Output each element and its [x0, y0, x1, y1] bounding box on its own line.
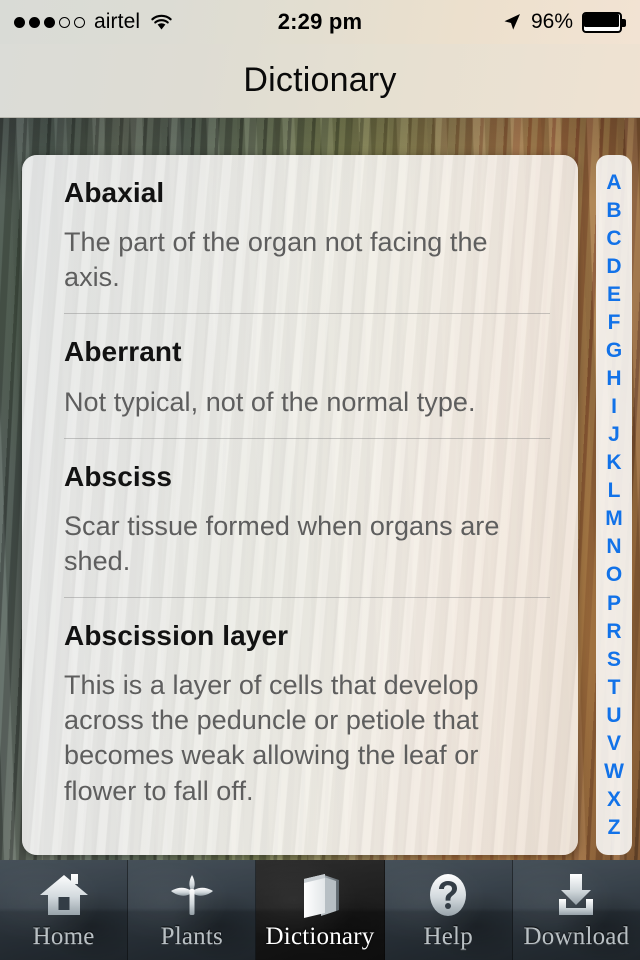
seedling-icon — [163, 869, 221, 921]
index-letter-j[interactable]: J — [608, 424, 620, 445]
dictionary-entry[interactable]: Abaxial The part of the organ not facing… — [64, 155, 550, 313]
entry-definition: The part of the organ not facing the axi… — [64, 227, 488, 293]
index-letter-h[interactable]: H — [606, 368, 621, 389]
entry-definition: This is a layer of cells that develop ac… — [64, 670, 479, 806]
tab-help[interactable]: Help — [384, 860, 513, 960]
index-letter-s[interactable]: S — [607, 649, 621, 670]
index-letter-c[interactable]: C — [606, 228, 621, 249]
dictionary-card[interactable]: Abaxial The part of the organ not facing… — [22, 155, 578, 855]
tab-label: Help — [423, 923, 473, 950]
index-letter-n[interactable]: N — [606, 536, 621, 557]
tab-label: Download — [523, 923, 630, 950]
index-letter-o[interactable]: O — [606, 564, 622, 585]
tab-home[interactable]: Home — [0, 860, 129, 960]
index-letter-k[interactable]: K — [606, 452, 621, 473]
index-letter-v[interactable]: V — [607, 733, 621, 754]
download-icon — [547, 869, 605, 921]
index-letter-z[interactable]: Z — [608, 817, 621, 838]
index-letter-g[interactable]: G — [606, 340, 622, 361]
tab-label: Plants — [160, 923, 223, 950]
tab-bar: Home Plants Dictionary Help Download — [0, 860, 640, 960]
tab-download[interactable]: Download — [512, 860, 640, 960]
signal-strength-icon — [14, 16, 85, 28]
index-letter-m[interactable]: M — [605, 508, 623, 529]
index-letter-f[interactable]: F — [608, 312, 621, 333]
entry-term: Aberrant — [64, 336, 182, 368]
status-bar-right: 96% — [320, 10, 626, 34]
book-icon — [291, 869, 349, 921]
question-mark-icon — [419, 869, 477, 921]
index-letter-a[interactable]: A — [606, 172, 621, 193]
battery-percent-label: 96% — [530, 10, 573, 33]
index-letter-d[interactable]: D — [606, 256, 621, 277]
page-title: Dictionary — [243, 61, 397, 99]
navigation-bar: Dictionary — [0, 44, 640, 118]
index-letter-e[interactable]: E — [607, 284, 621, 305]
status-bar: airtel 2:29 pm 96% — [0, 0, 640, 44]
tab-plants[interactable]: Plants — [128, 860, 257, 960]
index-letter-x[interactable]: X — [607, 789, 621, 810]
tab-label: Dictionary — [265, 923, 375, 950]
status-bar-left: airtel — [14, 10, 320, 34]
entry-term: Abaxial — [64, 177, 165, 208]
index-letter-l[interactable]: L — [608, 480, 621, 501]
entry-term: Absciss — [64, 460, 173, 492]
index-letter-b[interactable]: B — [606, 200, 621, 221]
entry-definition: Scar tissue formed when organs are shed. — [64, 510, 500, 576]
dictionary-entry[interactable]: Absciss Scar tissue formed when organs a… — [64, 437, 550, 597]
dictionary-entry[interactable]: Abscission layer This is a layer of cell… — [64, 597, 550, 827]
index-letter-w[interactable]: W — [604, 761, 624, 782]
carrier-label: airtel — [94, 10, 141, 33]
entry-term: Abscission layer — [64, 620, 289, 652]
dictionary-entry[interactable]: Aberrant Not typical, not of the normal … — [64, 313, 550, 437]
location-arrow-icon — [502, 12, 522, 32]
dictionary-entry-list[interactable]: Abaxial The part of the organ not facing… — [22, 155, 578, 855]
app-root: airtel 2:29 pm 96% Dictionary Abaxial Th… — [0, 0, 640, 960]
house-icon — [35, 869, 93, 921]
tab-dictionary[interactable]: Dictionary — [256, 860, 385, 960]
index-letter-t[interactable]: T — [608, 677, 621, 698]
index-letter-u[interactable]: U — [606, 705, 621, 726]
tab-label: Home — [32, 923, 95, 950]
index-letter-p[interactable]: P — [607, 593, 621, 614]
battery-icon — [582, 11, 626, 33]
entry-definition: Not typical, not of the normal type. — [64, 386, 476, 417]
alphabet-index-strip[interactable]: ABCDEFGHIJKLMNOPRSTUVWXZ — [596, 155, 632, 855]
index-letter-i[interactable]: I — [611, 396, 617, 417]
index-letter-r[interactable]: R — [606, 621, 621, 642]
wifi-icon — [149, 13, 174, 31]
